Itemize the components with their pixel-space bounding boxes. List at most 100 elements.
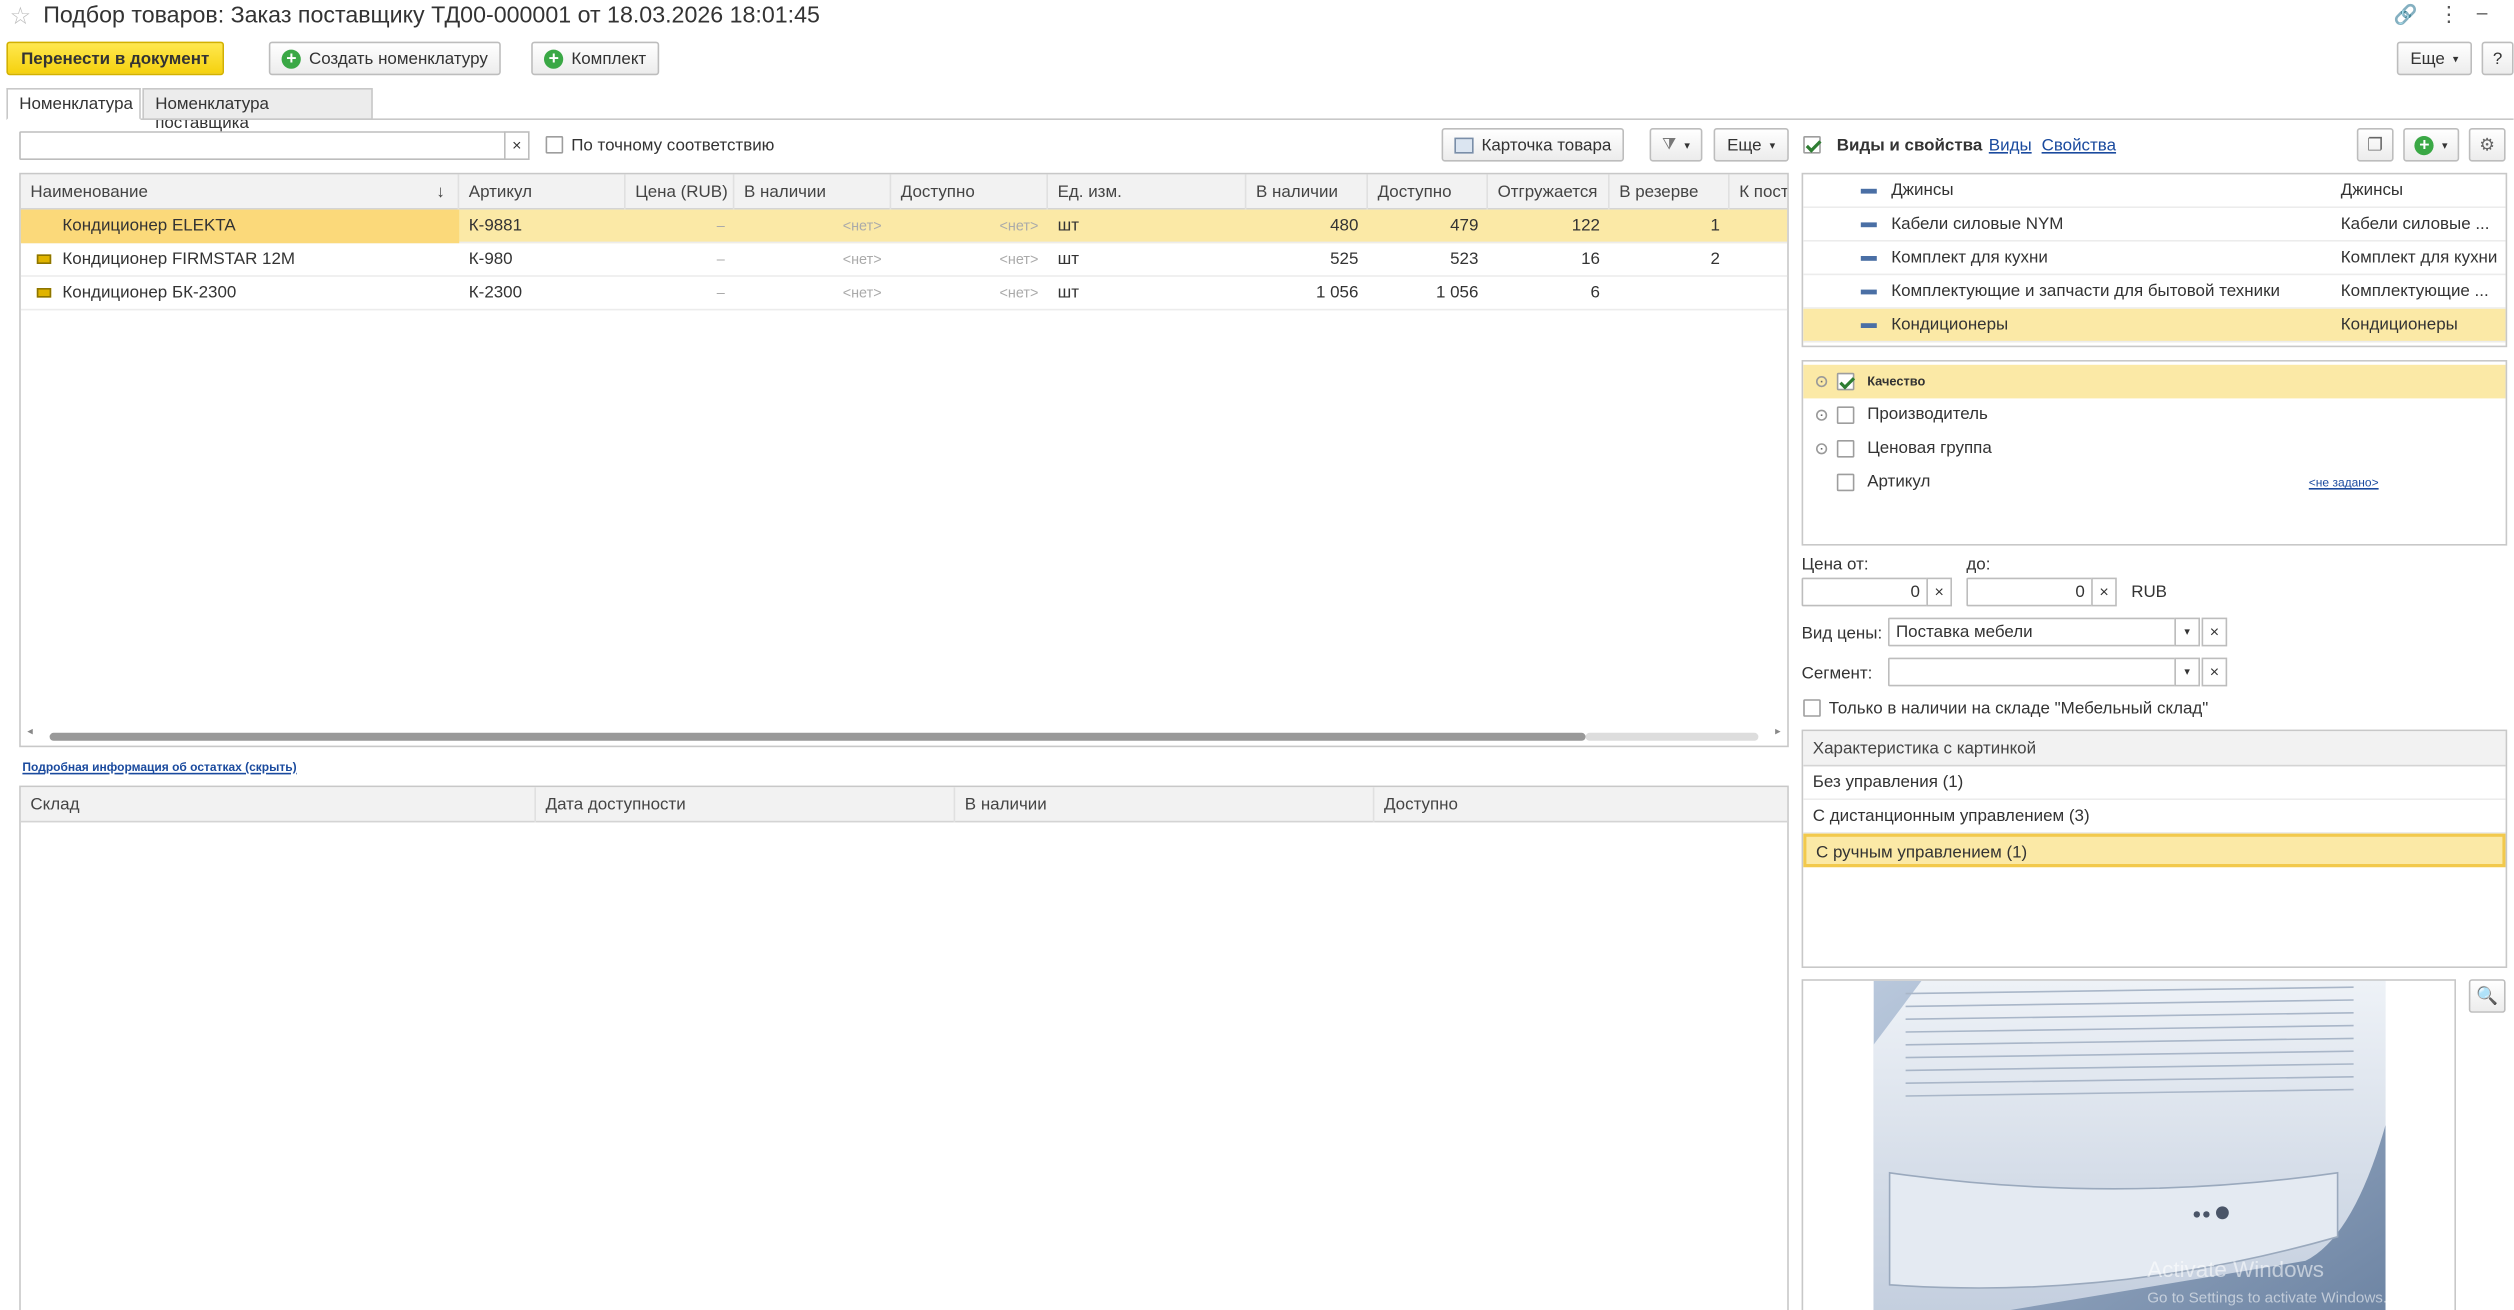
- column-header-stock-in-stock[interactable]: В наличии: [955, 787, 1375, 823]
- transfer-to-document-button[interactable]: Перенести в документ: [6, 41, 225, 76]
- scrollbar-thumb[interactable]: [49, 732, 1586, 741]
- clear-price-from-icon[interactable]: ×: [1926, 577, 1952, 607]
- favorite-star-icon[interactable]: ☆: [10, 2, 32, 31]
- expand-icon[interactable]: [1816, 376, 1828, 388]
- property-checkbox[interactable]: [1836, 473, 1855, 492]
- characteristic-item[interactable]: С ручным управлением (1): [1803, 833, 2506, 868]
- column-header-in-stock-1[interactable]: В наличии: [734, 174, 892, 210]
- tab-nomenclature[interactable]: Номенклатура: [6, 88, 141, 120]
- create-nomenclature-button[interactable]: + Создать номенклатуру: [268, 41, 501, 76]
- cell-unit: шт: [1057, 216, 1079, 236]
- only-in-stock-checkbox[interactable]: [1803, 699, 1821, 717]
- kind-value: Комплектующие ...: [2340, 281, 2489, 301]
- filter-button[interactable]: ⧩ ▾: [1649, 128, 1703, 162]
- property-value-link[interactable]: <не задано>: [2299, 466, 2475, 500]
- property-name: Качество: [1867, 374, 1926, 389]
- column-header-availability-date[interactable]: Дата доступности: [536, 787, 956, 823]
- column-header-name[interactable]: Наименование ↓: [21, 174, 460, 210]
- horizontal-scrollbar[interactable]: ◂ ▸: [27, 726, 1781, 743]
- tab-supplier-nomenclature[interactable]: Номенклатура поставщика: [142, 88, 373, 133]
- scroll-left-icon[interactable]: ◂: [27, 725, 33, 737]
- column-header-in-stock-2[interactable]: В наличии: [1246, 174, 1368, 210]
- property-checkbox[interactable]: [1836, 440, 1855, 458]
- clear-price-kind-icon[interactable]: ×: [2201, 617, 2228, 647]
- kind-list-item[interactable]: Кондиционеры Кондиционеры: [1803, 308, 2506, 343]
- menu-dots-icon[interactable]: ⋮: [2438, 2, 2459, 28]
- property-item[interactable]: Артикул <не задано>: [1803, 466, 2505, 500]
- product-card-button[interactable]: Карточка товара: [1441, 128, 1624, 162]
- column-header-article[interactable]: Артикул: [459, 174, 626, 210]
- price-from-input[interactable]: 0: [1801, 577, 1928, 607]
- table-row[interactable]: Кондиционер ELEKTA К-9881 – <нет> <нет> шт 480…: [20, 209, 1788, 244]
- characteristic-item[interactable]: Без управления (1): [1803, 766, 2506, 800]
- table-row[interactable]: Кондиционер FIRMSTAR 12M К-980 – <нет> <нет>…: [20, 243, 1788, 277]
- scroll-right-icon[interactable]: ▸: [1775, 725, 1781, 737]
- settings-button[interactable]: ⚙: [2468, 128, 2506, 162]
- column-header-stock-available[interactable]: Доступно: [1374, 787, 1787, 822]
- kind-list-item[interactable]: Комплектующие и запчасти для бытовой тех…: [1803, 275, 2506, 309]
- search-input[interactable]: [19, 131, 506, 160]
- clear-price-to-icon[interactable]: ×: [2091, 577, 2117, 607]
- zoom-image-button[interactable]: 🔍: [2468, 979, 2506, 1013]
- property-checkbox[interactable]: [1836, 406, 1855, 424]
- cell-reserve: 2: [1710, 249, 1720, 269]
- stock-details-link[interactable]: Подробная информация об остатках (скрыть…: [22, 760, 296, 774]
- watermark-title: Activate Windows: [2147, 1256, 2324, 1282]
- property-item[interactable]: Качество: [1803, 364, 2506, 399]
- properties-list: Качество Производитель Ценовая группа Артик…: [1801, 360, 2508, 546]
- plus-icon: +: [281, 48, 301, 68]
- dropdown-arrow-icon: ▾: [2441, 140, 2448, 152]
- column-header-price[interactable]: Цена (RUB): [626, 174, 735, 210]
- column-header-available-2[interactable]: Доступно: [1368, 174, 1488, 210]
- link-icon[interactable]: 🔗: [2394, 3, 2418, 25]
- table-row[interactable]: Кондиционер БК-2300 К-2300 – <нет> <нет> шт 1 …: [20, 277, 1788, 311]
- cell-price: –: [716, 251, 725, 268]
- price-kind-dropdown-icon[interactable]: ▾: [2174, 617, 2200, 647]
- property-name: Артикул: [1867, 472, 1931, 492]
- kind-list-item[interactable]: Джинсы Джинсы: [1803, 174, 2506, 208]
- price-to-input[interactable]: 0: [1966, 577, 2093, 607]
- plus-icon: +: [2414, 135, 2434, 155]
- characteristic-item[interactable]: С дистанционным управлением (3): [1803, 800, 2506, 834]
- property-checkbox[interactable]: [1836, 372, 1855, 391]
- property-item[interactable]: Производитель: [1803, 398, 2505, 432]
- expand-icon[interactable]: [1816, 443, 1828, 455]
- column-header-shipping[interactable]: Отгружается: [1488, 174, 1610, 210]
- kind-value: Комплект для кухни: [2340, 248, 2498, 268]
- search-more-button[interactable]: Еще ▾: [1713, 128, 1789, 162]
- segment-dropdown-icon[interactable]: ▾: [2174, 657, 2200, 687]
- copy-button[interactable]: ❐: [2356, 128, 2394, 162]
- properties-link[interactable]: Свойства: [2042, 136, 2116, 155]
- kinds-properties-checkbox[interactable]: [1803, 136, 1821, 154]
- kinds-link[interactable]: Виды: [1989, 136, 2032, 155]
- help-button[interactable]: ?: [2481, 41, 2514, 76]
- property-item[interactable]: Ценовая группа: [1803, 432, 2505, 466]
- minimize-icon[interactable]: –: [2477, 2, 2488, 24]
- clear-segment-icon[interactable]: ×: [2201, 657, 2228, 687]
- exact-match-checkbox[interactable]: [545, 136, 564, 154]
- dash-icon: [1860, 188, 1877, 194]
- column-header-reserve[interactable]: В резерве: [1610, 174, 1730, 210]
- cell-avail1: <нет>: [842, 251, 882, 268]
- kind-list-item[interactable]: Кабели силовые NYM Кабели силовые ...: [1803, 208, 2506, 242]
- add-button[interactable]: + ▾: [2403, 128, 2460, 162]
- price-kind-label: Вид цены:: [1801, 624, 1883, 644]
- dropdown-arrow-icon: ▾: [1684, 140, 1690, 152]
- watermark-subtitle: Go to Settings to activate Windows.: [2147, 1289, 2388, 1308]
- stock-table-header: Склад Дата доступности В наличии Доступн…: [20, 787, 1788, 823]
- cell-topost: [1730, 243, 1788, 277]
- kind-name: Комплектующие и запчасти для бытовой тех…: [1891, 281, 2280, 301]
- kit-button[interactable]: + Комплект: [531, 41, 660, 76]
- clear-search-icon[interactable]: ×: [504, 131, 530, 160]
- cell-topost: [1730, 277, 1788, 311]
- segment-select[interactable]: [1888, 657, 2176, 687]
- price-kind-select[interactable]: Поставка мебели: [1888, 617, 2176, 647]
- expand-icon[interactable]: [1816, 409, 1828, 421]
- kind-list-item[interactable]: Комплект для кухни Комплект для кухни: [1803, 242, 2506, 276]
- column-header-available-1[interactable]: Доступно: [891, 174, 1048, 210]
- more-button[interactable]: Еще ▾: [2396, 41, 2472, 76]
- cell-price: –: [716, 284, 725, 301]
- column-header-to-post[interactable]: К пост: [1730, 174, 1787, 209]
- column-header-unit[interactable]: Ед. изм.: [1048, 174, 1247, 210]
- column-header-warehouse[interactable]: Склад: [21, 787, 537, 823]
